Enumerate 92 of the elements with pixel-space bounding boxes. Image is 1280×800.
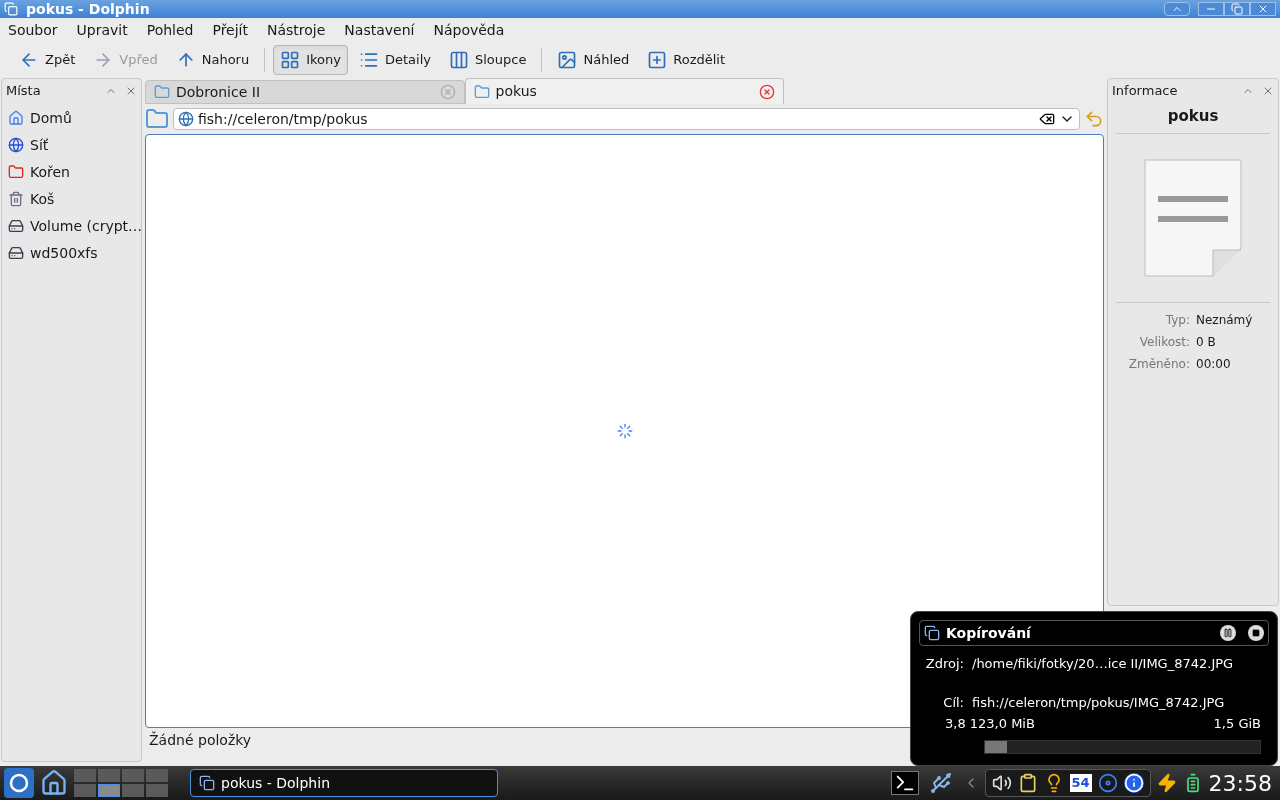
total-size: 1,5 GiB xyxy=(1213,715,1261,733)
desktop-pager-cell[interactable] xyxy=(122,769,144,782)
speaker-icon[interactable] xyxy=(991,773,1012,793)
clear-icon[interactable] xyxy=(1039,111,1055,127)
desktop-pager-cell[interactable] xyxy=(74,769,96,782)
location-field[interactable]: fish://celeron/tmp/pokus xyxy=(173,108,1080,130)
desktop-pager-cell[interactable] xyxy=(98,784,120,797)
desktop-pager-cell[interactable] xyxy=(122,784,144,797)
task-button[interactable]: pokus - Dolphin xyxy=(190,769,498,797)
pause-icon xyxy=(1223,628,1233,638)
folder-icon xyxy=(8,164,24,180)
popup-title: Kopírování xyxy=(946,623,1032,643)
status-text: Žádné položky xyxy=(149,730,252,750)
toolbar-button[interactable]: Rozdělit xyxy=(640,45,733,75)
toolbar-button[interactable]: Zpět xyxy=(12,45,83,75)
disc-icon[interactable] xyxy=(1097,773,1118,793)
menu-item[interactable]: Nastavení xyxy=(344,19,415,41)
tray-badge[interactable]: 54 xyxy=(1069,774,1092,792)
window-title: pokus - Dolphin xyxy=(26,0,151,19)
toolbar-button[interactable]: Detaily xyxy=(352,45,438,75)
info-value: Neznámý xyxy=(1196,312,1253,329)
close-button[interactable] xyxy=(1250,2,1276,16)
toolbar-button[interactable]: Ikony xyxy=(273,45,348,75)
menu-item[interactable]: Upravit xyxy=(76,19,128,41)
info-label: Změněno: xyxy=(1127,356,1190,373)
desktop-pager-cell[interactable] xyxy=(74,784,96,797)
panel-title: Místa xyxy=(6,82,42,100)
loading-icon xyxy=(616,423,633,439)
panel-title: Informace xyxy=(1112,82,1179,100)
drive-icon xyxy=(8,218,24,234)
place-item[interactable]: Kořen xyxy=(2,158,141,186)
copy-icon xyxy=(924,625,940,641)
stop-button[interactable] xyxy=(1248,625,1264,641)
icon-grid-icon xyxy=(280,50,301,70)
tab[interactable]: Dobronice II xyxy=(145,80,465,104)
destination-path: fish://celeron/tmp/pokus/IMG_8742.JPG xyxy=(972,693,1225,712)
place-item[interactable]: Síť xyxy=(2,131,141,159)
preview-image-icon xyxy=(557,50,578,70)
info-label: Typ: xyxy=(1164,312,1190,329)
info-icon[interactable] xyxy=(1123,773,1144,793)
restore-icon xyxy=(1231,3,1243,15)
k-menu-button[interactable] xyxy=(4,768,34,798)
trash-icon xyxy=(8,191,24,207)
menu-item[interactable]: Nástroje xyxy=(267,19,326,41)
toolbar-button[interactable]: Sloupce xyxy=(442,45,534,75)
undo-arrow-icon[interactable] xyxy=(1084,109,1104,129)
menu-item[interactable]: Přejít xyxy=(212,19,248,41)
menu-item[interactable]: Nápověda xyxy=(433,19,505,41)
tab[interactable]: pokus xyxy=(464,78,784,104)
processed-size: 3,8 123,0 MiB xyxy=(945,715,1035,733)
location-text: fish://celeron/tmp/pokus xyxy=(198,109,369,129)
house-folder-icon xyxy=(8,110,24,126)
folder-icon xyxy=(154,84,170,100)
columns-icon xyxy=(449,50,469,70)
split-plus-icon xyxy=(647,50,668,70)
stop-icon xyxy=(1252,629,1260,637)
shade-button[interactable] xyxy=(1164,2,1190,16)
desktop-pager-cell[interactable] xyxy=(146,784,168,797)
drive-icon xyxy=(8,245,24,261)
toolbar-button[interactable]: Nahoru xyxy=(168,45,257,75)
window-icon xyxy=(4,2,18,16)
close-icon xyxy=(1257,3,1269,15)
toolbar-button[interactable]: Náhled xyxy=(550,45,637,75)
home-folder-icon[interactable] xyxy=(40,769,68,797)
terminal-icon[interactable] xyxy=(890,771,919,795)
desktop-pager-cell[interactable] xyxy=(146,769,168,782)
destination-label: Cíl: xyxy=(942,693,964,712)
details-list-icon xyxy=(359,50,379,70)
place-item[interactable]: Volume (crypt… xyxy=(2,212,141,240)
info-value: 0 B xyxy=(1196,334,1216,351)
globe-icon xyxy=(8,137,24,153)
menu-item[interactable]: Soubor xyxy=(8,19,58,41)
close-tab-icon[interactable] xyxy=(759,83,775,100)
clock[interactable]: 23:58 xyxy=(1208,766,1272,800)
usb-device-icon[interactable] xyxy=(928,771,953,795)
file-name: pokus xyxy=(1116,104,1270,134)
place-item[interactable]: Koš xyxy=(2,185,141,213)
pause-button[interactable] xyxy=(1220,625,1236,641)
source-path: /home/fiki/fotky/20…ice II/IMG_8742.JPG xyxy=(972,655,1234,673)
place-item[interactable]: wd500xfs xyxy=(2,239,141,267)
folder-icon xyxy=(473,83,490,100)
minimize-button[interactable] xyxy=(1198,2,1224,16)
source-label: Zdroj: xyxy=(924,655,964,673)
info-label: Velikost: xyxy=(1138,334,1190,351)
desktop-pager-cell[interactable] xyxy=(98,769,120,782)
maximize-button[interactable] xyxy=(1224,2,1250,16)
place-item[interactable]: Domů xyxy=(2,104,141,132)
window-icon xyxy=(199,775,215,791)
menu-item[interactable]: Pohled xyxy=(146,19,194,41)
info-value: 00:00 xyxy=(1196,356,1231,373)
folder-icon xyxy=(145,107,169,131)
lightning-icon[interactable] xyxy=(1156,773,1177,793)
